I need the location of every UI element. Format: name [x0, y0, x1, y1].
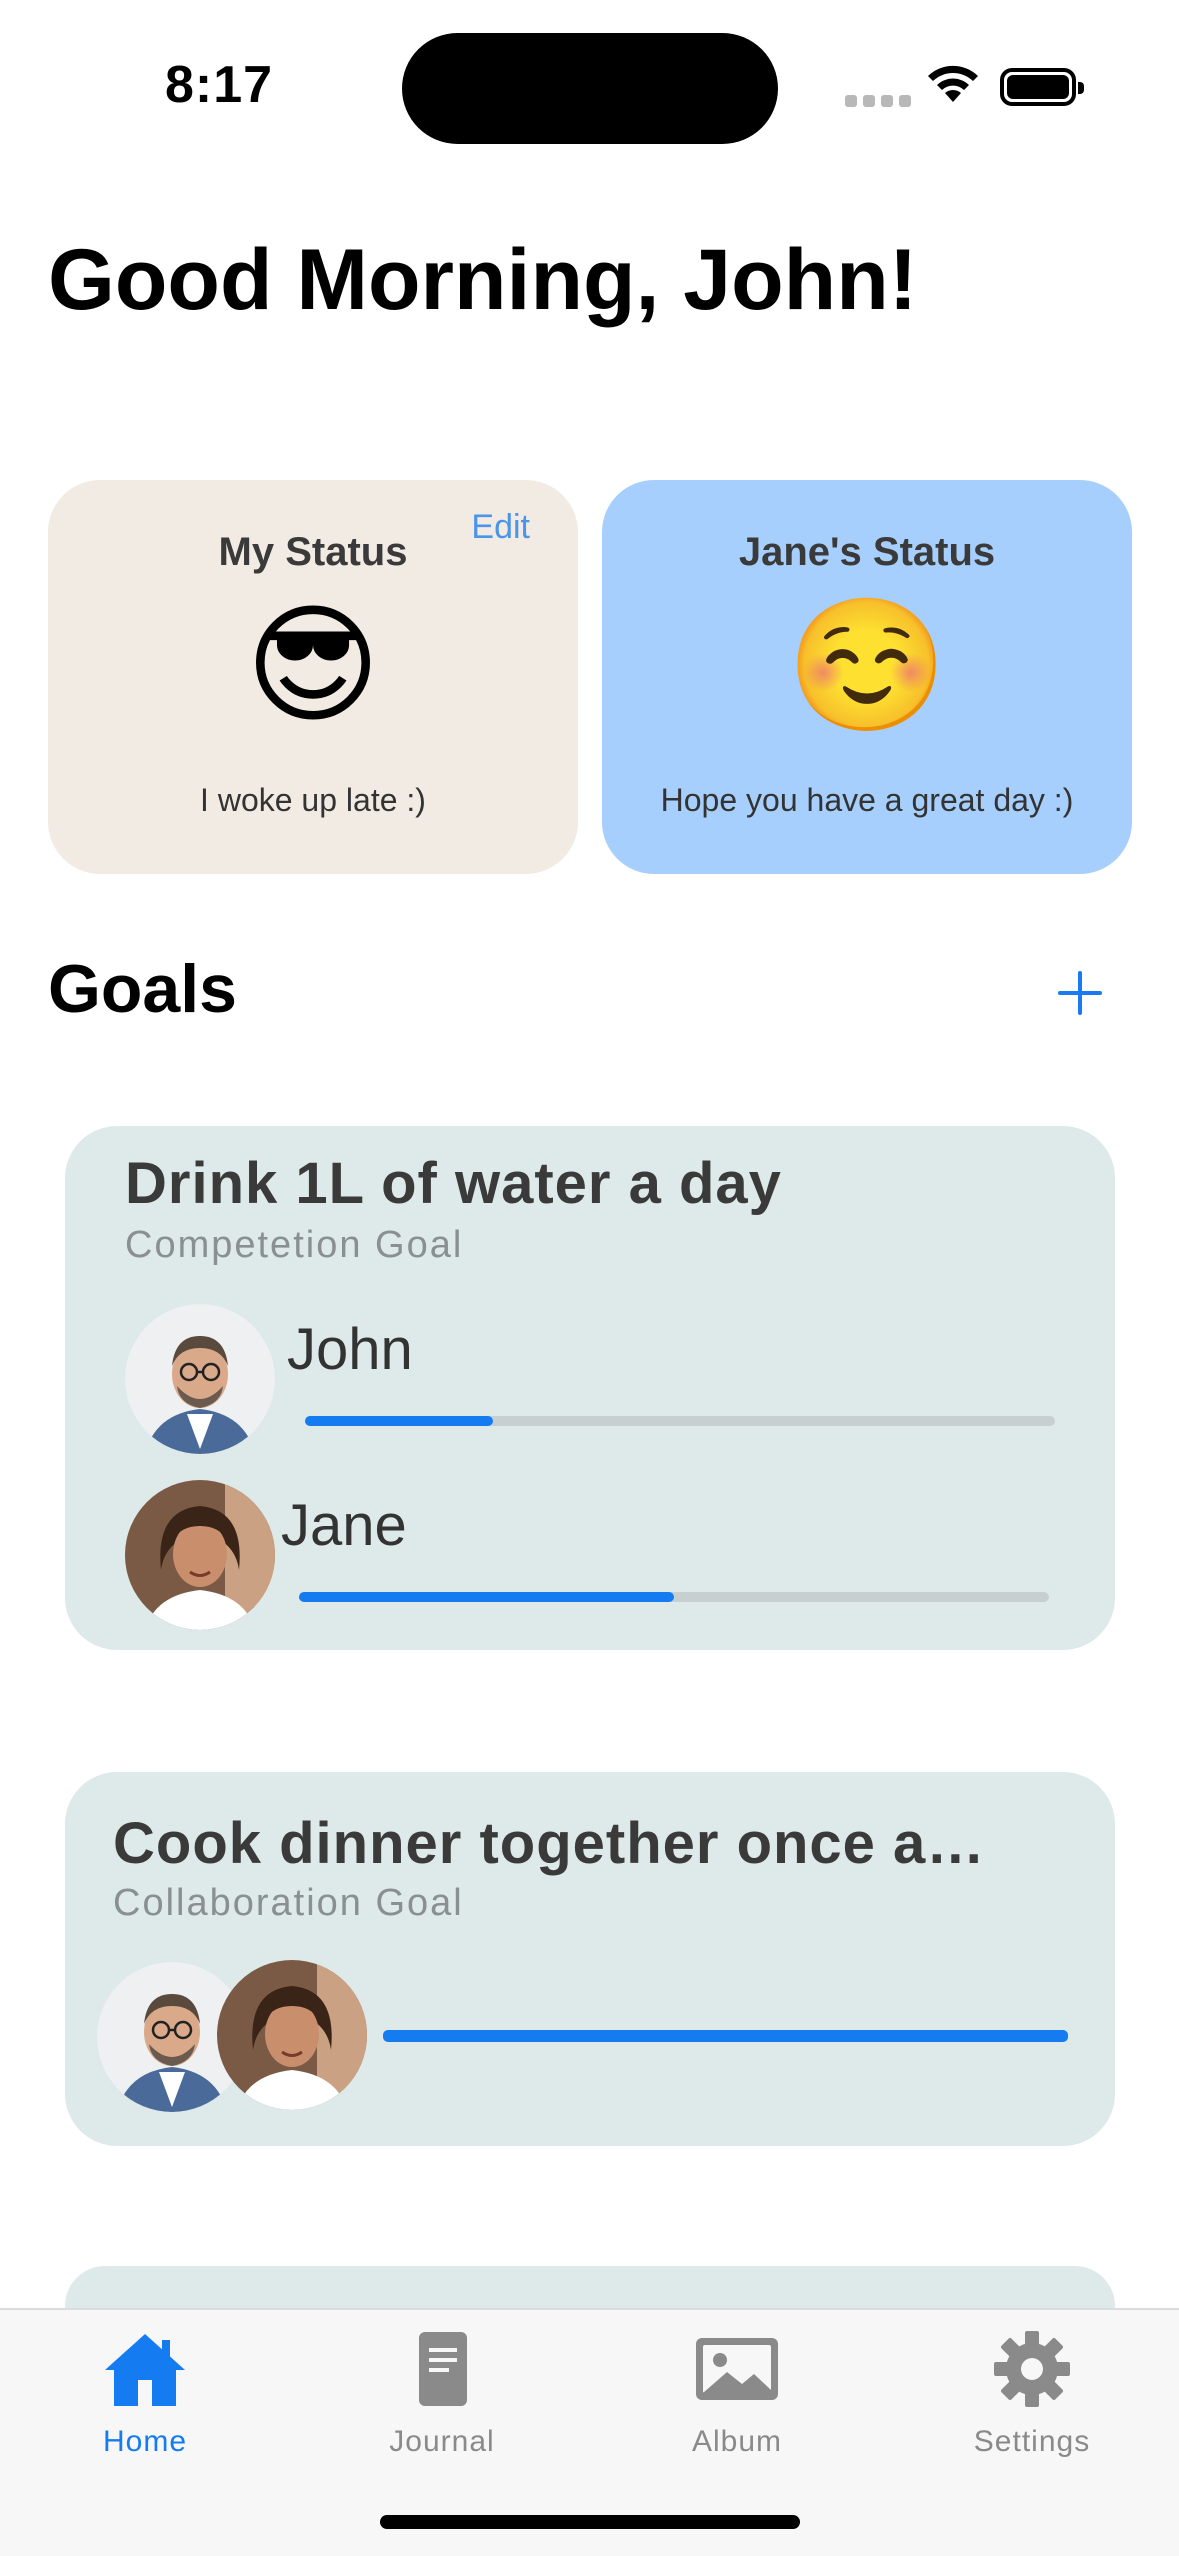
- participant-name-john: John: [287, 1317, 413, 1382]
- tab-settings[interactable]: Settings: [922, 2324, 1142, 2459]
- add-goal-button[interactable]: [1050, 963, 1110, 1023]
- jane-status-title: Jane's Status: [738, 530, 996, 574]
- goal-type: Collaboration Goal: [113, 1882, 464, 1924]
- document-icon: [419, 2332, 467, 2406]
- progress-bar-john: [305, 1416, 493, 1426]
- tab-journal[interactable]: Journal: [332, 2324, 552, 2459]
- tab-album-label: Album: [691, 2425, 783, 2458]
- home-indicator[interactable]: [380, 2515, 800, 2529]
- gear-icon: [994, 2331, 1070, 2407]
- avatar-jane: [217, 1960, 367, 2110]
- jane-status-emoji: ☺️: [786, 592, 948, 738]
- progress-track-jane: [299, 1592, 1049, 1602]
- edit-status-button[interactable]: Edit: [471, 508, 530, 547]
- goal-title: Cook dinner together once a…: [113, 1811, 986, 1876]
- greeting-title: Good Morning, John!: [48, 232, 918, 328]
- cellular-signal-icon: [845, 95, 911, 107]
- goals-heading: Goals: [48, 951, 237, 1027]
- progress-track-john: [305, 1416, 1055, 1426]
- avatar-jane: [125, 1480, 275, 1630]
- tab-album[interactable]: Album: [627, 2324, 847, 2459]
- battery-icon: [1000, 68, 1084, 106]
- jane-status-card[interactable]: Jane's Status ☺️ Hope you have a great d…: [602, 480, 1132, 874]
- dynamic-island: [402, 33, 778, 144]
- my-status-card[interactable]: My Status Edit 😎 I woke up late :): [48, 480, 578, 874]
- status-bar: 8:17: [0, 0, 1179, 150]
- my-status-emoji: 😎: [245, 592, 381, 738]
- goal-card-water[interactable]: Drink 1L of water a day Competetion Goal…: [65, 1126, 1115, 1650]
- participant-name-jane: Jane: [281, 1493, 407, 1558]
- tab-journal-label: Journal: [389, 2425, 495, 2458]
- my-status-note: I woke up late :): [200, 782, 426, 818]
- goal-type: Competetion Goal: [125, 1224, 464, 1266]
- tab-settings-label: Settings: [973, 2425, 1091, 2458]
- progress-bar-jane: [299, 1592, 674, 1602]
- jane-status-note: Hope you have a great day :): [660, 782, 1074, 818]
- wifi-icon: [928, 65, 978, 102]
- status-time: 8:17: [165, 56, 274, 114]
- tab-home[interactable]: Home: [35, 2324, 255, 2459]
- goal-title: Drink 1L of water a day: [125, 1151, 782, 1216]
- avatar-john: [125, 1304, 275, 1454]
- photo-icon: [696, 2338, 778, 2400]
- goal-card-cook-dinner[interactable]: Cook dinner together once a… Collaborati…: [65, 1772, 1115, 2146]
- progress-track-collab: [383, 2030, 1068, 2042]
- tab-home-label: Home: [102, 2425, 188, 2458]
- house-icon: [105, 2334, 185, 2406]
- progress-bar-collab: [383, 2030, 1068, 2042]
